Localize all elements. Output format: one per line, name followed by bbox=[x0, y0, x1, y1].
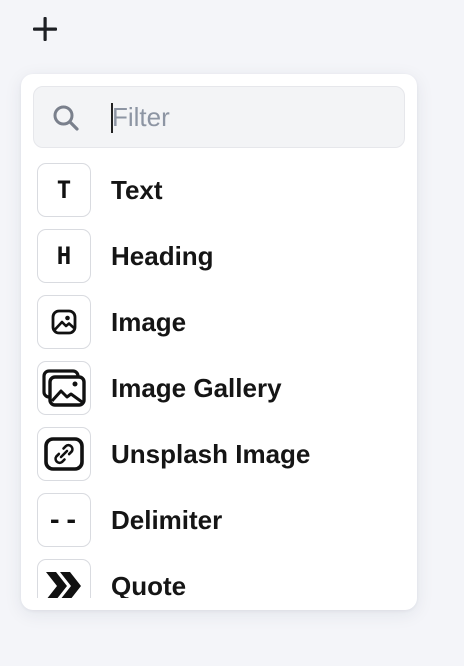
block-item-image[interactable]: Image bbox=[37, 294, 407, 350]
block-item-text[interactable]: T Text bbox=[37, 162, 407, 218]
filter-box bbox=[33, 86, 405, 148]
delimiter-icon: -- bbox=[37, 493, 91, 547]
block-item-quote[interactable]: Quote bbox=[37, 558, 407, 598]
block-item-label: Text bbox=[111, 174, 163, 205]
filter-input[interactable] bbox=[110, 97, 382, 137]
block-list: T Text H Heading Image Image Gallery Uns… bbox=[21, 162, 417, 598]
block-item-label: Quote bbox=[111, 570, 187, 599]
block-picker-popover: T Text H Heading Image bbox=[21, 74, 417, 610]
quote-icon bbox=[46, 572, 81, 598]
add-block-button[interactable] bbox=[30, 14, 60, 44]
text-caret bbox=[111, 103, 113, 133]
block-item-label: Heading bbox=[111, 240, 214, 271]
block-item-label: Delimiter bbox=[111, 504, 223, 535]
unsplash-link-icon bbox=[44, 437, 84, 471]
block-item-unsplash-image[interactable]: Unsplash Image bbox=[37, 426, 407, 482]
block-item-delimiter[interactable]: -- Delimiter bbox=[37, 492, 407, 548]
heading-icon: H bbox=[37, 229, 91, 283]
search-icon bbox=[53, 105, 79, 131]
block-item-image-gallery[interactable]: Image Gallery bbox=[37, 360, 407, 416]
block-item-label: Unsplash Image bbox=[111, 438, 311, 469]
image-icon bbox=[51, 309, 77, 335]
block-item-label: Image bbox=[111, 306, 187, 337]
image-gallery-icon bbox=[42, 369, 86, 407]
block-item-heading[interactable]: H Heading bbox=[37, 228, 407, 284]
block-item-label: Image Gallery bbox=[111, 372, 282, 403]
text-icon: T bbox=[37, 163, 91, 217]
plus-icon bbox=[33, 17, 57, 41]
